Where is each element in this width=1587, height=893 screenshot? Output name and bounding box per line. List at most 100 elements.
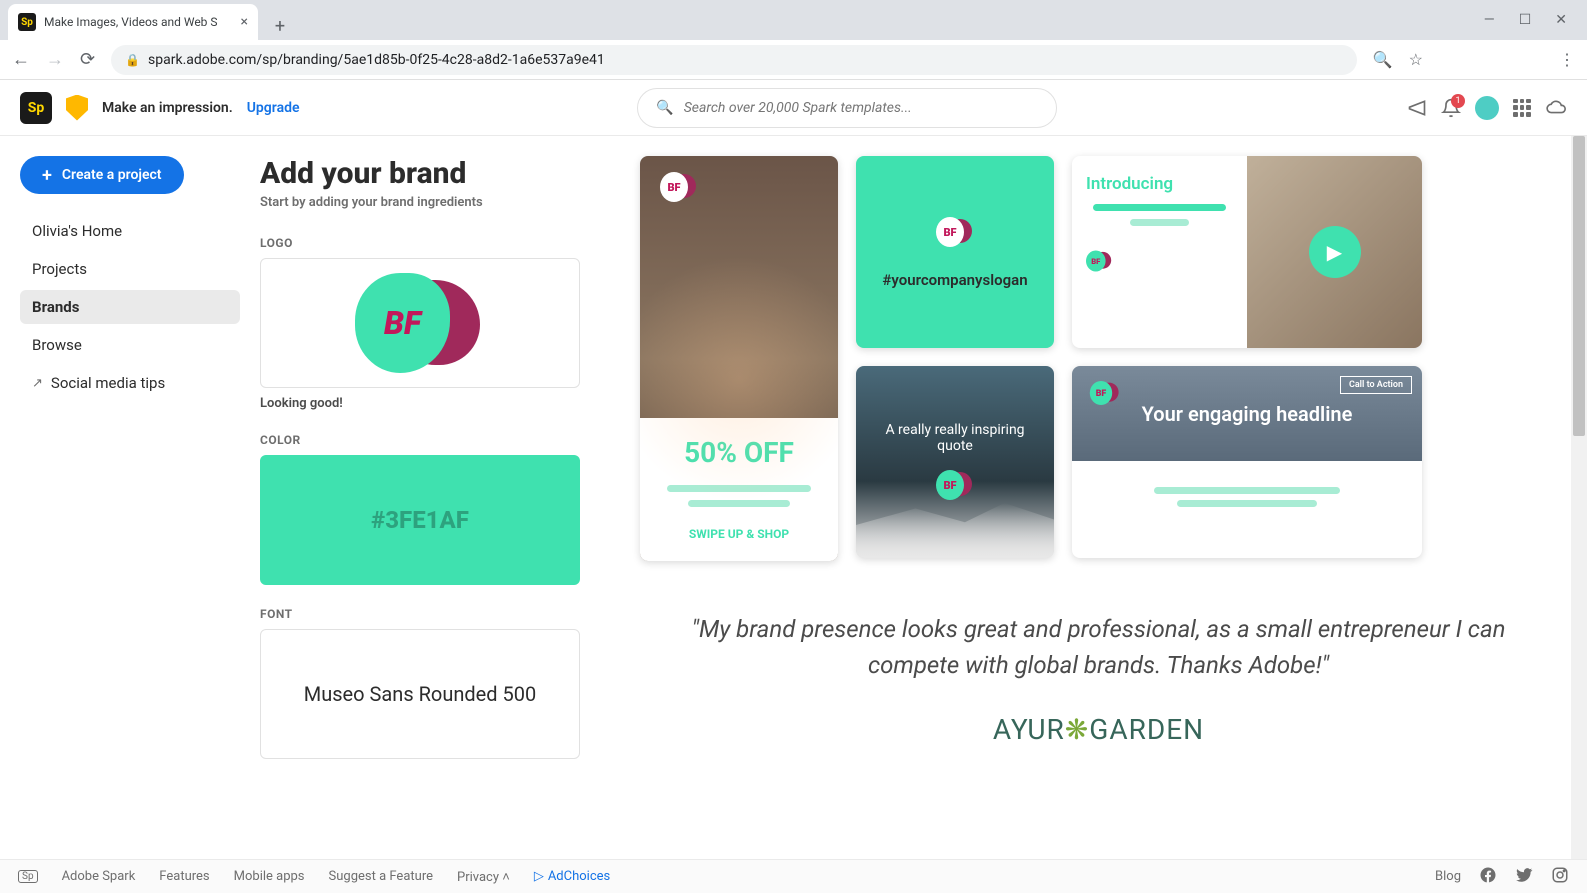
header-right: 1: [1407, 96, 1567, 120]
introducing-text: Introducing: [1086, 174, 1233, 194]
browser-tab-strip: Sp Make Images, Videos and Web S × + — ☐…: [0, 0, 1587, 40]
preview-card-quote[interactable]: A really really inspiring quote BF: [856, 366, 1054, 558]
preview-grid: BF 50% OFF SWIPE UP & SHOP BF #yourcompa…: [640, 156, 1557, 561]
sidebar-item-brands[interactable]: Brands: [20, 290, 240, 324]
browser-tab[interactable]: Sp Make Images, Videos and Web S ×: [8, 4, 258, 40]
nav-label: Browse: [32, 336, 82, 354]
creative-cloud-icon[interactable]: [1545, 97, 1567, 119]
mini-logo-icon: BF: [1086, 249, 1113, 273]
mini-logo-icon: BF: [660, 170, 698, 204]
color-card[interactable]: #3FE1AF: [260, 455, 580, 585]
browser-toolbar: ← → ⟳ 🔒 spark.adobe.com/sp/branding/5ae1…: [0, 40, 1587, 80]
search-icon: 🔍: [656, 100, 673, 116]
sidebar-item-social-tips[interactable]: ↗ Social media tips: [20, 366, 240, 400]
twitter-icon[interactable]: [1515, 866, 1533, 888]
mini-logo-icon: BF: [1090, 379, 1120, 406]
zoom-icon[interactable]: 🔍: [1373, 50, 1393, 69]
maximize-icon[interactable]: ☐: [1519, 12, 1532, 28]
font-section-label: FONT: [260, 607, 580, 621]
slogan-text: #yourcompanyslogan: [882, 271, 1027, 289]
chevron-up-icon: ˄: [502, 870, 510, 885]
footer-link[interactable]: Suggest a Feature: [329, 869, 433, 884]
avatar[interactable]: [1475, 96, 1499, 120]
headline-text: Your engaging headline: [1142, 402, 1353, 426]
close-icon[interactable]: ✕: [1555, 12, 1567, 28]
page-title: Add your brand: [260, 156, 580, 191]
window-controls: — ☐ ✕: [1484, 0, 1587, 40]
apps-grid-icon[interactable]: [1513, 99, 1531, 117]
flower-icon: ❋: [1065, 713, 1089, 746]
adchoices-link[interactable]: ▷AdChoices: [534, 869, 610, 884]
spark-logo-icon[interactable]: Sp: [20, 92, 52, 124]
footer-link-privacy[interactable]: Privacy ˄: [457, 869, 510, 885]
content-area: Add your brand Start by adding your bran…: [260, 136, 1587, 859]
url-text: spark.adobe.com/sp/branding/5ae1d85b-0f2…: [148, 52, 605, 68]
preview-card-slogan[interactable]: BF #yourcompanyslogan: [856, 156, 1054, 348]
blog-link[interactable]: Blog: [1435, 869, 1461, 884]
menu-icon[interactable]: ⋮: [1559, 50, 1575, 69]
notification-bell-icon[interactable]: 1: [1441, 98, 1461, 118]
tab-title: Make Images, Videos and Web S: [44, 15, 233, 29]
reload-icon[interactable]: ⟳: [80, 49, 95, 70]
brand-column: Add your brand Start by adding your bran…: [260, 156, 580, 859]
main-content: + Create a project Olivia's Home Project…: [0, 136, 1587, 859]
preview-column: BF 50% OFF SWIPE UP & SHOP BF #yourcompa…: [640, 156, 1557, 859]
notification-badge: 1: [1451, 94, 1465, 108]
facebook-icon[interactable]: [1479, 866, 1497, 888]
create-label: Create a project: [62, 167, 162, 183]
footer: Sp Adobe Spark Features Mobile apps Sugg…: [0, 859, 1587, 893]
sidebar-item-home[interactable]: Olivia's Home: [20, 214, 240, 248]
instagram-icon[interactable]: [1551, 866, 1569, 888]
tab-favicon-icon: Sp: [18, 13, 36, 31]
nav-label: Brands: [32, 298, 79, 316]
color-section-label: COLOR: [260, 433, 580, 447]
create-project-button[interactable]: + Create a project: [20, 156, 184, 194]
page-subtitle: Start by adding your brand ingredients: [260, 195, 580, 210]
app-header: Sp Make an impression. Upgrade 🔍 1: [0, 80, 1587, 136]
external-link-icon: ↗: [32, 376, 43, 391]
preview-card-headline[interactable]: BF Call to Action Your engaging headline: [1072, 366, 1422, 558]
impression-text: Make an impression.: [102, 100, 233, 116]
scrollbar-thumb[interactable]: [1573, 136, 1585, 436]
footer-logo-icon: Sp: [18, 870, 38, 883]
mini-logo-icon: BF: [936, 215, 974, 249]
footer-link[interactable]: Adobe Spark: [62, 869, 136, 884]
address-bar[interactable]: 🔒 spark.adobe.com/sp/branding/5ae1d85b-0…: [111, 45, 1357, 75]
minimize-icon[interactable]: —: [1484, 12, 1495, 28]
sidebar-item-browse[interactable]: Browse: [20, 328, 240, 362]
cta-button: Call to Action: [1340, 376, 1412, 394]
announce-icon[interactable]: [1407, 98, 1427, 118]
swipe-text: SWIPE UP & SHOP: [654, 527, 824, 541]
lock-icon: 🔒: [125, 53, 140, 67]
logo-section-label: LOGO: [260, 236, 580, 250]
footer-link[interactable]: Mobile apps: [234, 869, 305, 884]
search-input[interactable]: [684, 100, 1039, 116]
preview-card-video[interactable]: Introducing BF ▶: [1072, 156, 1422, 348]
nav-label: Projects: [32, 260, 87, 278]
footer-link[interactable]: Features: [159, 869, 209, 884]
fifty-off-text: 50% OFF: [654, 436, 824, 469]
brand-logo-icon: BF: [355, 268, 485, 378]
play-button-icon[interactable]: ▶: [1309, 226, 1361, 278]
logo-caption: Looking good!: [260, 396, 580, 411]
nav-list: Olivia's Home Projects Brands Browse ↗ S…: [20, 214, 240, 400]
tab-close-icon[interactable]: ×: [241, 14, 248, 30]
adchoices-icon: ▷: [534, 869, 544, 884]
back-icon[interactable]: ←: [12, 49, 30, 70]
search-bar[interactable]: 🔍: [637, 88, 1057, 128]
preview-card-story[interactable]: BF 50% OFF SWIPE UP & SHOP: [640, 156, 838, 561]
mini-logo-icon: BF: [936, 468, 974, 502]
bookmark-icon[interactable]: ☆: [1409, 50, 1423, 69]
sidebar-item-projects[interactable]: Projects: [20, 252, 240, 286]
plus-icon: +: [42, 165, 52, 186]
forward-icon[interactable]: →: [46, 49, 64, 70]
nav-label: Social media tips: [51, 374, 165, 392]
scrollbar[interactable]: [1571, 136, 1587, 859]
testimonial-quote: "My brand presence looks great and profe…: [640, 611, 1557, 683]
upgrade-link[interactable]: Upgrade: [247, 100, 300, 116]
quote-card-text: A really really inspiring quote: [876, 422, 1034, 454]
font-card[interactable]: Museo Sans Rounded 500: [260, 629, 580, 759]
new-tab-button[interactable]: +: [266, 12, 294, 40]
testimonial-author: AYUR❋GARDEN: [640, 713, 1557, 747]
logo-card[interactable]: BF: [260, 258, 580, 388]
